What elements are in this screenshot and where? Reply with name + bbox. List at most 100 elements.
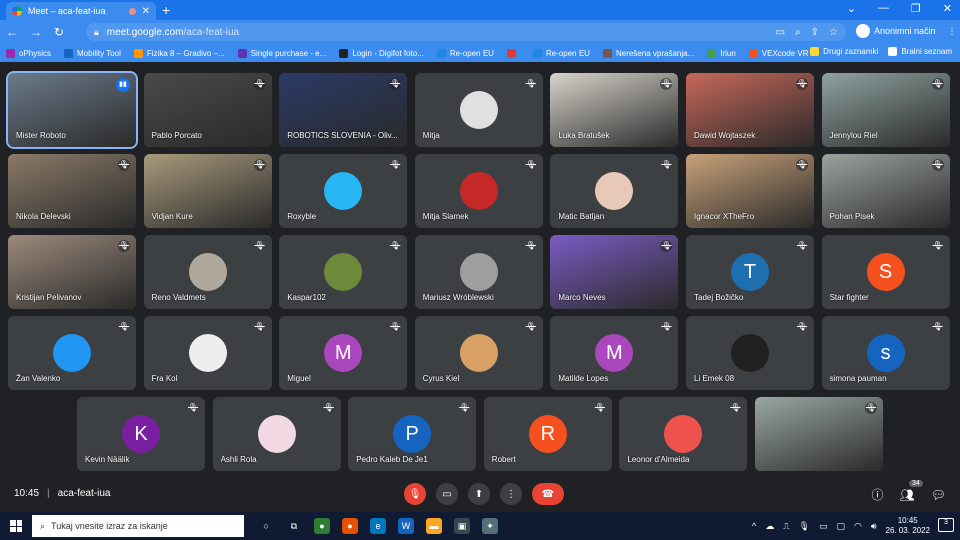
- browser-tab[interactable]: Meet – aca-feat-iua ✕: [6, 2, 156, 20]
- participant-tile[interactable]: R 🎙︎ Robert: [483, 397, 612, 471]
- zoom-icon[interactable]: ⌕: [795, 27, 801, 38]
- back-button[interactable]: ←: [6, 25, 18, 39]
- chevron-down-icon[interactable]: ⌄: [847, 2, 856, 15]
- reading-list[interactable]: Bralni seznam: [888, 47, 952, 56]
- bookmark-item[interactable]: Login - Digifot foto...: [339, 48, 424, 58]
- minimize-button[interactable]: —: [878, 2, 889, 15]
- other-bookmarks[interactable]: Drugi zaznamki: [810, 47, 878, 56]
- monitor-icon[interactable]: ▢: [836, 521, 845, 532]
- forward-button[interactable]: →: [30, 25, 42, 39]
- participant-tile[interactable]: 🎙︎ Li Emek 08: [686, 316, 814, 390]
- taskbar-search[interactable]: ⌕ Tukaj vnesite izraz za iskanje: [32, 515, 244, 537]
- menu-icon[interactable]: ⋮: [948, 26, 957, 37]
- participant-tile[interactable]: 🎙︎ Luka Bratušek: [550, 73, 679, 147]
- participant-tile[interactable]: 🎙︎ Mitja Slamek: [414, 154, 543, 228]
- participant-tile[interactable]: 🎙︎ Mariusz Wróblewski: [414, 235, 543, 309]
- start-button[interactable]: [0, 520, 32, 532]
- participant-tile[interactable]: S 🎙︎ Star fighter: [821, 235, 950, 309]
- bookmark-item[interactable]: oPhysics: [6, 48, 51, 58]
- participant-tile[interactable]: 🎙︎ Leonor d'Almeida: [619, 397, 748, 471]
- mic-icon[interactable]: 🎙︎: [799, 521, 810, 532]
- wifi-icon[interactable]: ◠: [854, 521, 862, 532]
- notification-center-button[interactable]: 3: [938, 518, 954, 532]
- bookmark-item[interactable]: VEXcode VR: [748, 48, 809, 58]
- bookmark-item[interactable]: Re-open EU: [532, 48, 590, 58]
- participant-tile[interactable]: 🎙︎ Marco Neves: [550, 235, 679, 309]
- participant-tile[interactable]: 🎙︎ Roxyble: [279, 154, 408, 228]
- edge-icon[interactable]: e: [370, 518, 386, 534]
- address-bar[interactable]: 🔒︎ meet.google.com /aca-feat-iua ▭ ⌕ ⇪ ☆: [86, 23, 846, 41]
- participant-tile[interactable]: M 🎙︎ Miguel: [279, 316, 408, 390]
- task-view-icon[interactable]: ⧉: [286, 518, 302, 534]
- camera-button[interactable]: ▭: [436, 483, 458, 505]
- tab-title: Meet – aca-feat-iua: [28, 6, 106, 16]
- chevron-up-icon[interactable]: ^: [752, 521, 756, 531]
- bookmark-item[interactable]: Iriun: [707, 48, 736, 58]
- participant-tile[interactable]: 🎙︎ Kaspar102: [279, 235, 408, 309]
- bookmark-item[interactable]: Nerešena vprašanja...: [602, 48, 694, 58]
- bookmark-item[interactable]: Re-open EU: [436, 48, 494, 58]
- reload-button[interactable]: ↻: [54, 25, 64, 39]
- chrome-icon[interactable]: ●: [314, 518, 330, 534]
- clock-time: 10:45: [897, 516, 918, 525]
- participant-name: Pedro Kaleb De Je1: [356, 455, 428, 464]
- tab-close-icon[interactable]: ✕: [142, 6, 150, 17]
- file-explorer-icon[interactable]: ▬: [426, 518, 442, 534]
- maximize-button[interactable]: ❐: [911, 2, 921, 15]
- participant-avatar: [459, 334, 498, 372]
- share-icon[interactable]: ⇪: [811, 27, 819, 38]
- participant-tile[interactable]: 🎙︎ Ignacor XTheFro: [686, 154, 814, 228]
- participant-tile[interactable]: 🎙︎: [755, 397, 883, 471]
- participant-name: Jennylou Riel: [829, 131, 878, 140]
- participant-tile[interactable]: 🎙︎ Kristijan Pelivanov: [8, 235, 136, 309]
- usb-icon[interactable]: ⎍: [783, 521, 789, 532]
- browser-titlebar: Meet – aca-feat-iua ✕ + ⌄ — ❐ ✕: [0, 0, 960, 20]
- participant-tile[interactable]: K 🎙︎ Kevin Näälik: [77, 397, 205, 471]
- participant-tile[interactable]: s 🎙︎ simona pauman: [821, 316, 950, 390]
- participant-tile[interactable]: 🎙︎ Žan Valenko: [8, 316, 136, 390]
- participant-tile[interactable]: M 🎙︎ Matilde Lopes: [550, 316, 679, 390]
- mic-off-button[interactable]: 🎙︎: [404, 483, 426, 505]
- participant-tile[interactable]: P 🎙︎ Pedro Kaleb De Je1: [348, 397, 477, 471]
- word-icon[interactable]: W: [398, 518, 414, 534]
- participant-tile[interactable]: 🎙︎ Mitja: [414, 73, 543, 147]
- bookmark-item[interactable]: Fizika 8 – Gradivo –...: [133, 48, 225, 58]
- participant-tile[interactable]: 🎙︎ Nikola Delevski: [8, 154, 136, 228]
- more-options-button[interactable]: ⋮: [500, 483, 522, 505]
- participant-tile[interactable]: 🎙︎ Pablo Porcato: [143, 73, 272, 147]
- bookmark-item[interactable]: [506, 48, 520, 58]
- new-tab-button[interactable]: +: [162, 2, 170, 18]
- onedrive-icon[interactable]: ☁: [765, 521, 774, 532]
- participant-tile[interactable]: 🎙︎ Cyrus Kiel: [414, 316, 543, 390]
- participant-tile[interactable]: 🎙︎ Vidjan Kure: [143, 154, 272, 228]
- info-icon[interactable]: ⓘ: [872, 486, 884, 503]
- participant-tile[interactable]: 🎙︎ Ashli Rola: [212, 397, 341, 471]
- clock[interactable]: 10:45 26. 03. 2022: [886, 516, 930, 536]
- participant-tile[interactable]: 🎙︎ Matic Batljan: [550, 154, 679, 228]
- camera-icon[interactable]: ▭: [819, 521, 828, 532]
- participant-tile[interactable]: 🎙︎ Jennylou Riel: [821, 73, 950, 147]
- video-icon[interactable]: ▭: [776, 27, 785, 38]
- present-button[interactable]: ⬆: [468, 483, 490, 505]
- close-window-button[interactable]: ✕: [943, 2, 952, 15]
- cortana-icon[interactable]: ○: [258, 518, 274, 534]
- chat-icon[interactable]: 💬︎: [931, 488, 946, 502]
- bookmark-favicon-icon: [506, 48, 516, 58]
- app-icon[interactable]: ✦: [482, 518, 498, 534]
- participant-tile[interactable]: 🎙︎ ROBOTICS SLOVENIA - Oliv...: [279, 73, 408, 147]
- bookmark-item[interactable]: Single purchase - e...: [237, 48, 326, 58]
- participant-tile[interactable]: T 🎙︎ Tadej Božičko: [686, 235, 814, 309]
- participant-tile[interactable]: 🎙︎ Fra Kol: [143, 316, 272, 390]
- participant-tile[interactable]: 🎙︎ Pohan Pisek: [821, 154, 950, 228]
- store-icon[interactable]: ▣: [454, 518, 470, 534]
- volume-icon[interactable]: 🔊︎: [871, 521, 877, 532]
- participant-tile[interactable]: ▮▮ Mister Roboto: [6, 71, 138, 149]
- incognito-profile[interactable]: Anonimni način ⋮: [856, 24, 957, 38]
- participant-tile[interactable]: 🎙︎ Reno Valdmets: [143, 235, 272, 309]
- people-button[interactable]: 👥︎ 34: [900, 479, 923, 502]
- firefox-icon[interactable]: ●: [342, 518, 358, 534]
- star-icon[interactable]: ☆: [829, 27, 838, 38]
- participant-tile[interactable]: 🎙︎ Dawid Wojtaszek: [686, 73, 814, 147]
- end-call-button[interactable]: ☎︎: [532, 483, 564, 505]
- bookmark-item[interactable]: Mobility Tool: [64, 48, 121, 58]
